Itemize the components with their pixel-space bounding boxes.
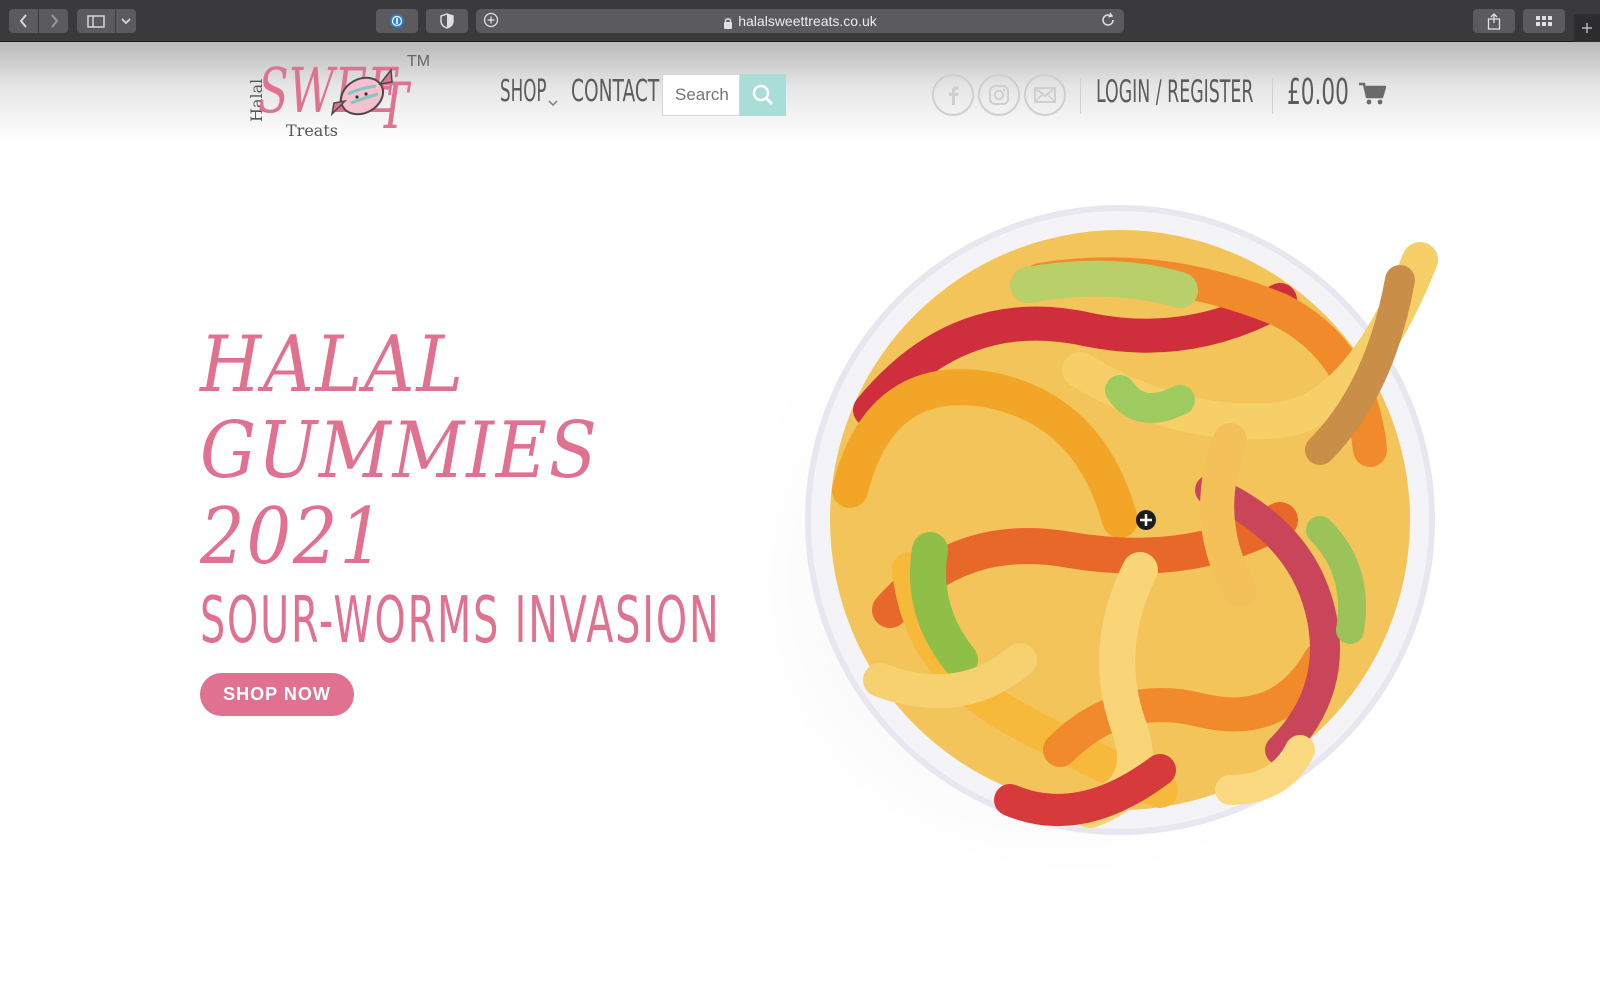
header-divider xyxy=(1272,78,1273,114)
share-button[interactable] xyxy=(1473,9,1515,33)
social-links xyxy=(932,74,1066,116)
hero-subtitle: SOUR-WORMS INVASION xyxy=(200,584,721,658)
tab-overview-button[interactable] xyxy=(1523,9,1565,33)
shop-now-button[interactable]: SHOP NOW xyxy=(200,673,354,716)
hero-title-line2: GUMMIES xyxy=(200,406,599,496)
password-button[interactable] xyxy=(376,9,418,33)
cart-total[interactable]: £0.00 xyxy=(1287,72,1349,113)
search-input[interactable] xyxy=(662,74,740,116)
tabs-grid-icon xyxy=(1536,15,1552,26)
privacy-button[interactable] xyxy=(426,9,468,33)
main-nav: SHOP xyxy=(500,74,575,109)
chevron-down-icon[interactable] xyxy=(548,94,558,112)
sidebar-controls xyxy=(77,9,136,33)
trademark-text: TM xyxy=(407,53,430,70)
site-logo[interactable]: Halal SWEE T Treats TM xyxy=(247,48,448,148)
share-icon xyxy=(1487,12,1501,30)
url-text: halalsweettreats.co.uk xyxy=(738,13,877,29)
forward-button[interactable] xyxy=(39,9,68,33)
search-button[interactable] xyxy=(740,74,786,116)
password-manager-icon xyxy=(390,14,404,28)
new-tab-button[interactable] xyxy=(1574,14,1600,42)
sidebar-menu-button[interactable] xyxy=(116,9,136,33)
shield-icon xyxy=(440,13,454,29)
sidebar-icon xyxy=(87,14,105,28)
hero-title-line3: 2021 xyxy=(200,492,386,582)
login-register-link[interactable]: LOGIN / REGISTER xyxy=(1096,74,1253,110)
sidebar-button[interactable] xyxy=(77,9,115,33)
site-header: Halal SWEE T Treats TM SHOP CONTACT Sear… xyxy=(0,42,1600,144)
plus-icon xyxy=(1582,23,1592,33)
nav-buttons xyxy=(9,9,68,33)
facebook-icon[interactable] xyxy=(932,74,974,116)
hero-title-line1: HALAL xyxy=(200,320,465,410)
email-icon[interactable] xyxy=(1024,74,1066,116)
chevron-right-icon xyxy=(50,14,58,28)
add-bookmark-icon[interactable] xyxy=(483,12,499,31)
address-bar[interactable]: halalsweettreats.co.uk xyxy=(476,9,1124,33)
chevron-left-icon xyxy=(19,14,27,28)
nav-shop-link[interactable]: SHOP xyxy=(500,74,546,109)
header-divider xyxy=(1080,78,1081,114)
logo-treats-text: Treats xyxy=(286,121,338,140)
search-form xyxy=(662,74,786,116)
chevron-down-icon xyxy=(121,18,131,25)
nav-contact-link[interactable]: CONTACT xyxy=(571,74,659,109)
sour-worms-image xyxy=(750,190,1460,890)
reload-icon[interactable] xyxy=(1100,12,1116,31)
browser-toolbar: halalsweettreats.co.uk xyxy=(0,0,1600,42)
back-button[interactable] xyxy=(9,9,38,33)
cart-icon[interactable] xyxy=(1358,82,1387,111)
lock-icon xyxy=(723,16,733,29)
search-icon xyxy=(752,84,773,105)
instagram-icon[interactable] xyxy=(978,74,1020,116)
